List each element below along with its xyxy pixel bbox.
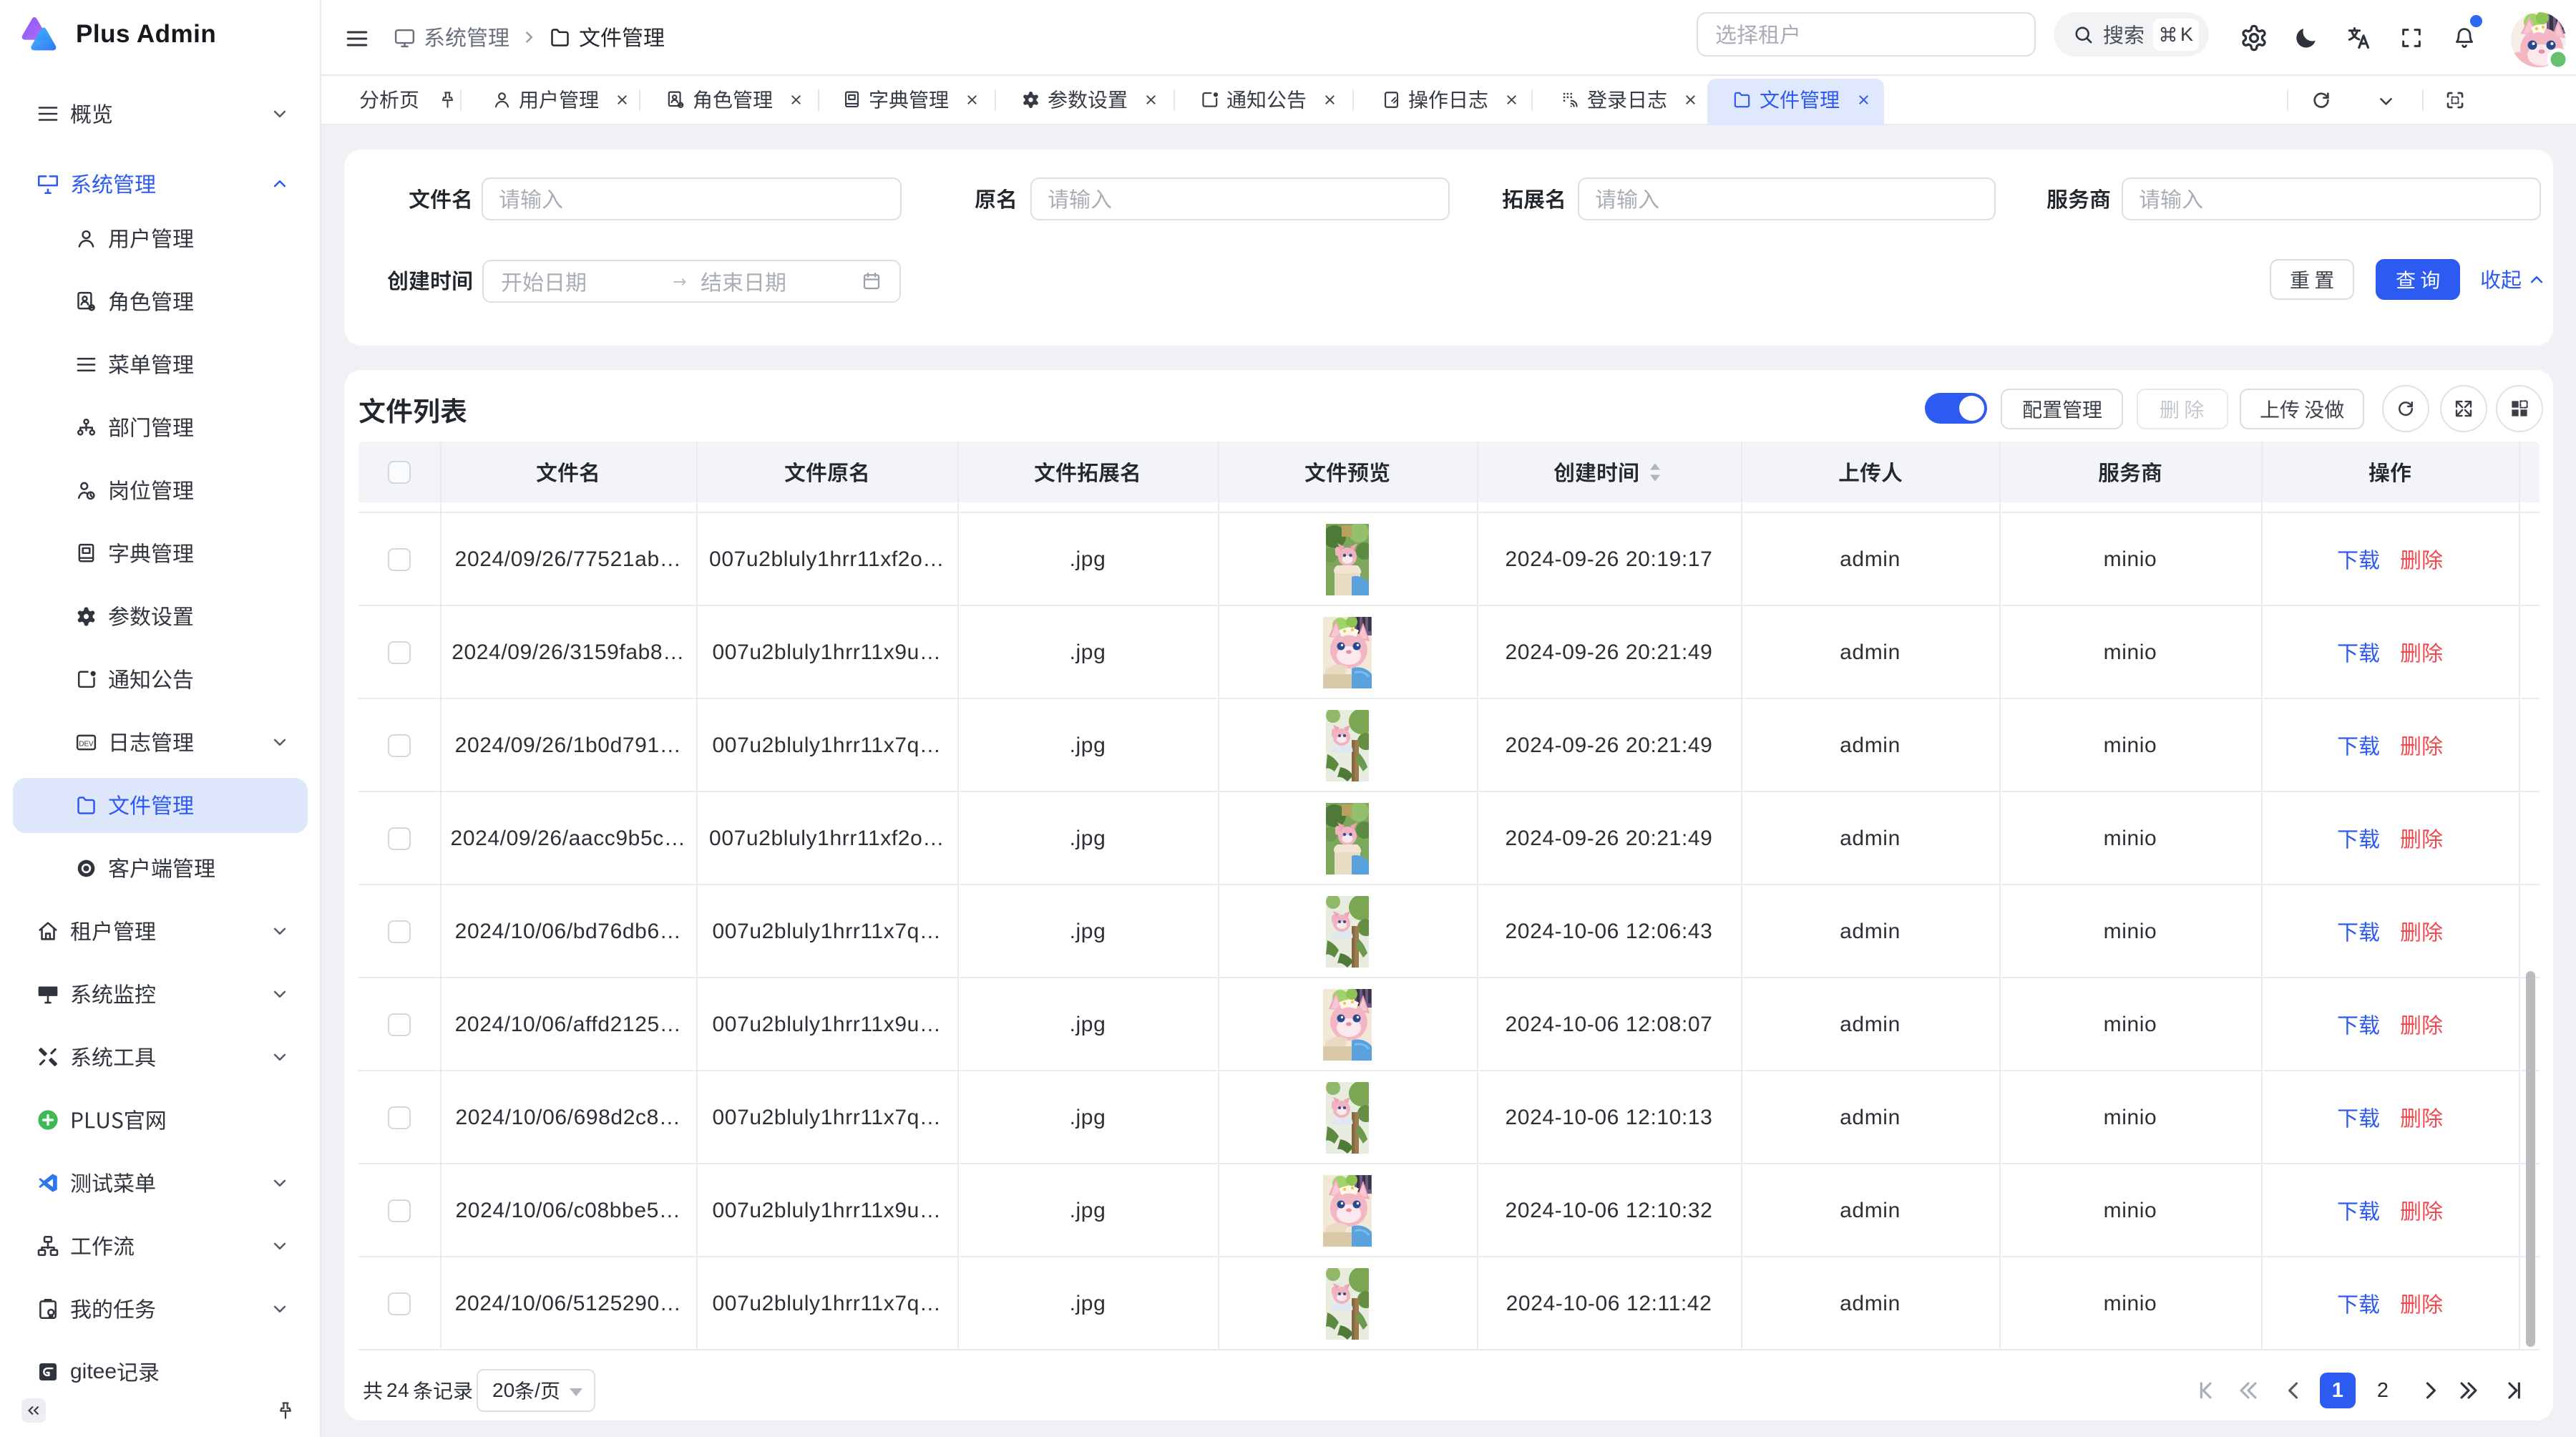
- svg-text:DEV: DEV: [79, 740, 94, 748]
